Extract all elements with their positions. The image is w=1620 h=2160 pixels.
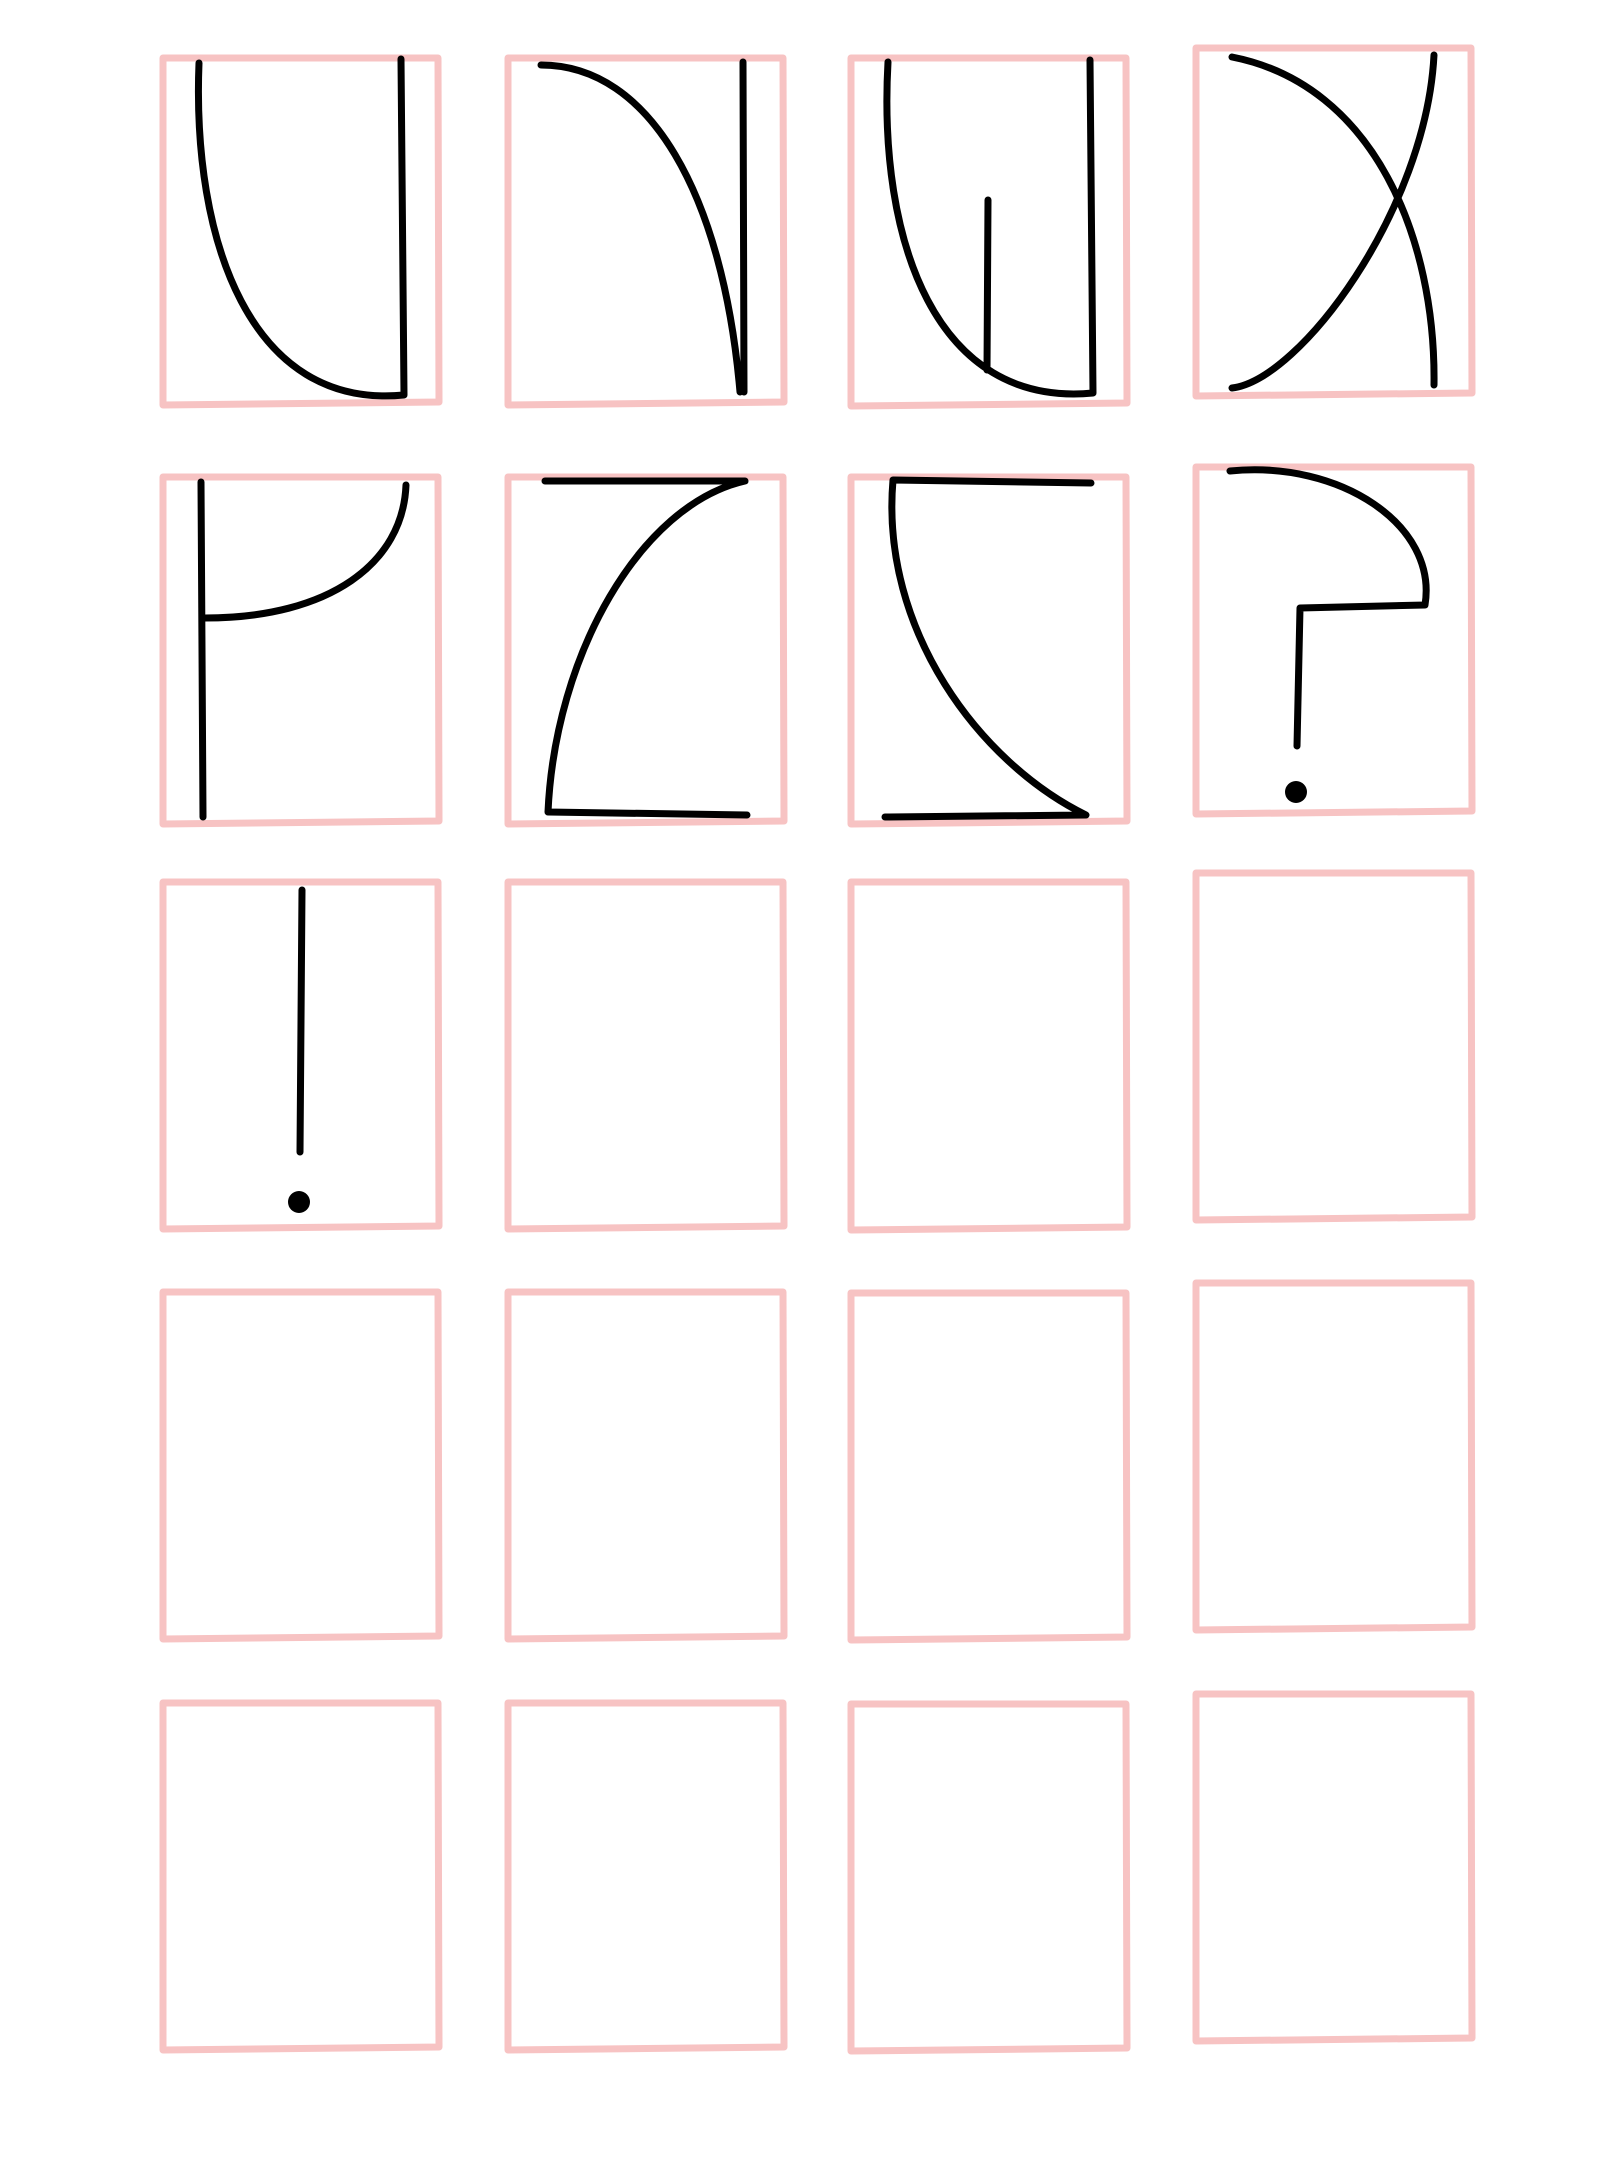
glyph-cell[interactable]: [1192, 1690, 1476, 2045]
cell-outline: [159, 1288, 443, 1643]
glyph-cell[interactable]: [504, 473, 788, 828]
s-curve-glyph: [881, 476, 1095, 821]
glyph-cell[interactable]: [159, 878, 443, 1233]
glyph-cell[interactable]: [1192, 463, 1476, 818]
glyph-cell[interactable]: [847, 473, 1131, 828]
cell-outline: [1192, 1279, 1476, 1634]
cell-outline: [504, 1288, 788, 1643]
glyph-cell[interactable]: [159, 54, 443, 409]
cell-outline: [1192, 1690, 1476, 2045]
glyph-cell[interactable]: [1192, 1279, 1476, 1634]
cell-outline: [847, 1700, 1131, 2055]
cell-outline: [1192, 869, 1476, 1224]
glyph-cell[interactable]: [847, 1289, 1131, 1644]
exclamation-dot: [288, 1191, 310, 1213]
glyph-practice-sheet: [159, 44, 1476, 2055]
glyph-cell[interactable]: [504, 1699, 788, 2054]
z-curve-glyph: [541, 477, 751, 819]
question-dot: [1285, 781, 1307, 803]
glyph-cell[interactable]: [159, 1699, 443, 2054]
w-shape-glyph: [883, 56, 1097, 398]
cell-outline: [159, 1699, 443, 2054]
n-curve-glyph: [537, 58, 748, 396]
cell-outline: [847, 878, 1131, 1234]
question-mark-glyph: [1226, 466, 1430, 750]
glyph-cell[interactable]: [847, 878, 1131, 1234]
p-hook-glyph: [197, 478, 410, 821]
glyph-cell[interactable]: [1192, 869, 1476, 1224]
glyph-cell[interactable]: [1192, 44, 1476, 400]
cell-outline: [1192, 463, 1476, 818]
u-shape-glyph: [194, 55, 408, 400]
cell-outline: [504, 878, 788, 1233]
glyph-cell[interactable]: [504, 54, 788, 409]
cell-outline: [504, 1699, 788, 2054]
glyph-cell[interactable]: [159, 473, 443, 828]
glyph-cell[interactable]: [504, 878, 788, 1233]
glyph-cell[interactable]: [159, 1288, 443, 1643]
cell-outline: [159, 54, 443, 409]
cell-outline: [847, 1289, 1131, 1644]
glyph-cell[interactable]: [847, 1700, 1131, 2055]
glyph-cell[interactable]: [847, 54, 1131, 410]
exclamation-mark-glyph: [296, 886, 306, 1156]
glyph-cell[interactable]: [504, 1288, 788, 1643]
x-cross-glyph: [1228, 51, 1438, 392]
